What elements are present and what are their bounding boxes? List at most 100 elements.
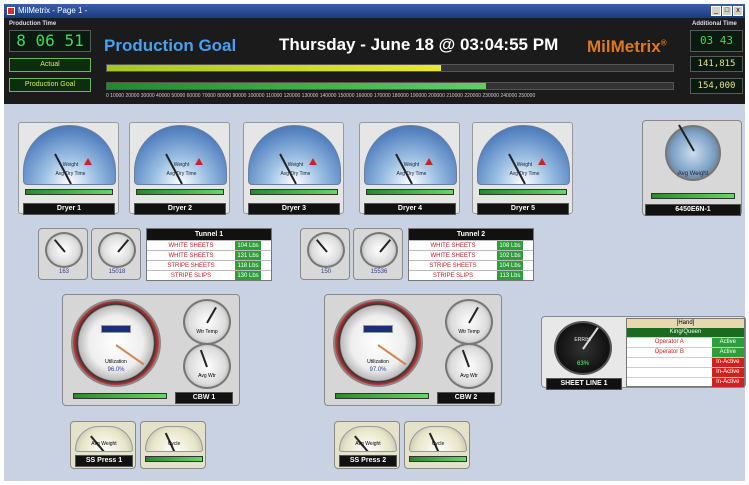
gauge-needle	[54, 153, 72, 184]
tunnel-gauge-value: 150	[320, 269, 331, 275]
small-dial-label: Wtr Temp	[458, 329, 480, 335]
actual-lbs-display: 141,815 Lbs	[690, 56, 743, 72]
cbw-panel[interactable]: Utilization 97.0% Wtr Temp Avg Wtr CBW 2	[324, 294, 502, 406]
tunnel-row-value: 104 Lbs	[497, 261, 523, 270]
avg-weight-label: Avg Weight	[677, 171, 709, 177]
dryer-name: Dryer 5	[477, 203, 569, 215]
tunnel-row-value: 131 Lbs	[235, 251, 261, 260]
maximize-button[interactable]: □	[722, 6, 732, 16]
app-icon	[7, 7, 15, 15]
dial-avg-label: Avg Dry Time	[509, 171, 540, 177]
sheet-line-head: [Hand]	[627, 319, 744, 328]
window-title: MilMetrix - Page 1 -	[18, 6, 88, 15]
tunnel-row-name: WHITE SHEETS	[430, 243, 476, 249]
tunnel-gauge[interactable]: 163	[38, 228, 88, 280]
tunnel-row-name: STRIPE SHEETS	[167, 263, 215, 269]
minimize-button[interactable]: _	[711, 6, 721, 16]
press-gauge[interactable]: Avg Weight SS Press 2	[334, 421, 400, 469]
tunnel-row-name: STRIPE SHEETS	[429, 263, 477, 269]
press-gauge[interactable]: Cycle	[404, 421, 470, 469]
utilization-dial: Utilization 96.0%	[71, 299, 161, 387]
additional-time-display: 03 43 35	[690, 30, 743, 52]
tunnel-row: STRIPE SHEETS 104 Lbs	[409, 260, 533, 270]
tunnel-gauge[interactable]: 150	[300, 228, 350, 280]
operator-name	[627, 378, 712, 387]
tunnel-row-name: WHITE SHEETS	[168, 243, 214, 249]
press-dial-label: Cycle	[167, 441, 181, 447]
utilization-value: 97.0%	[369, 367, 387, 373]
goal-lbs-display: 154,000 Lbs	[690, 78, 743, 94]
actual-progress-fill	[107, 65, 441, 71]
sheet-line-panel[interactable]: ERR/Hr 63% SHEET LINE 1 [Hand] King/Quee…	[541, 316, 746, 390]
dryer-progress-bar	[366, 189, 454, 195]
dryer-dial: Weight Avg Dry Time	[364, 125, 457, 185]
press-name: SS Press 1	[75, 455, 133, 467]
press-gauge[interactable]: Cycle	[140, 421, 206, 469]
extra-weight-gauge[interactable]: Avg Weight 6450E6N-1	[642, 120, 742, 216]
cbw-panel[interactable]: Utilization 96.0% Wtr Temp Avg Wtr CBW 1	[62, 294, 240, 406]
tunnel-row: WHITE SHEETS 131 Lbs	[147, 250, 271, 260]
gauge-needle	[279, 153, 297, 184]
small-dial-label: Avg Wtr	[198, 373, 216, 379]
goal-progress-fill	[107, 83, 487, 89]
window-title-bar: MilMetrix - Page 1 - _ □ x	[4, 4, 745, 18]
gauge-needle	[461, 349, 470, 368]
tunnel-row-value: 104 Lbs	[235, 241, 261, 250]
press-dial-label: Avg Weight	[91, 441, 117, 447]
production-time-label: Production Time	[9, 21, 57, 27]
dryer-panel[interactable]: Weight Avg Dry Time Dryer 1	[18, 122, 119, 215]
operator-status-badge: In-Active	[711, 368, 744, 377]
dryer-name: Dryer 1	[23, 203, 115, 215]
tunnel-row-value: 113 Lbs	[497, 271, 523, 280]
small-dial: Avg Wtr	[445, 343, 493, 389]
close-button[interactable]: x	[733, 6, 743, 16]
extra-gauge-bar	[651, 193, 735, 199]
dryer-panel[interactable]: Weight Avg Dry Time Dryer 4	[359, 122, 460, 215]
tunnel-title: Tunnel 1	[147, 229, 271, 240]
dial-weight-label: Weight	[62, 162, 79, 168]
tunnel-row: STRIPE SLIPS 130 Lbs	[147, 270, 271, 280]
press-dial: Cycle	[409, 426, 467, 452]
tunnel-gauge[interactable]: 15536	[353, 228, 403, 280]
tunnel-row: WHITE SHEETS 108 Lbs	[409, 240, 533, 250]
sheet-line-gauge-label: ERR/Hr	[574, 337, 592, 343]
tunnel-gauge-value: 163	[58, 269, 69, 275]
dial-avg-label: Avg Dry Time	[280, 171, 311, 177]
cbw-name: CBW 2	[437, 392, 495, 404]
gauge-needle	[206, 306, 217, 324]
dryer-panel[interactable]: Weight Avg Dry Time Dryer 5	[472, 122, 573, 215]
operator-row: In-Active	[627, 367, 744, 377]
small-dial: Wtr Temp	[445, 299, 493, 345]
cbw-name: CBW 1	[175, 392, 233, 404]
press-gauge[interactable]: Avg Weight SS Press 1	[70, 421, 136, 469]
gauge-needle	[395, 153, 413, 184]
press-progress-bar	[409, 456, 467, 462]
dryer-panel[interactable]: Weight Avg Dry Time Dryer 2	[129, 122, 230, 215]
operator-row: In-Active	[627, 357, 744, 367]
dryer-progress-bar	[136, 189, 224, 195]
dial-avg-label: Avg Dry Time	[396, 171, 427, 177]
operator-name	[627, 368, 712, 377]
tunnel-dial	[98, 232, 136, 268]
press-dial: Avg Weight	[339, 426, 397, 452]
operator-status-badge: Active	[711, 348, 744, 357]
operator-row: Operator B Active	[627, 347, 744, 357]
dial-weight-label: Weight	[173, 162, 190, 168]
tunnel-dial	[360, 232, 398, 268]
tunnel-row-name: WHITE SHEETS	[168, 253, 214, 259]
dial-weight-label: Weight	[403, 162, 420, 168]
cbw-progress-bar	[73, 393, 167, 399]
sheet-line-gauge: ERR/Hr 63%	[554, 321, 612, 375]
dryer-panel[interactable]: Weight Avg Dry Time Dryer 3	[243, 122, 344, 215]
utilization-dial: Utilization 97.0%	[333, 299, 423, 387]
operator-name: Operator A	[654, 339, 684, 345]
gauge-needle	[508, 153, 526, 184]
gauge-needle	[468, 306, 479, 324]
tunnel-table: Tunnel 2 WHITE SHEETS 108 Lbs WHITE SHEETS 1…	[408, 228, 534, 281]
additional-time-label: Additional Time	[692, 21, 737, 27]
production-header: Production Time 8 06 51 Actual Productio…	[4, 18, 745, 104]
tunnel-gauge[interactable]: 15018	[91, 228, 141, 280]
dryer-dial: Weight Avg Dry Time	[477, 125, 570, 185]
operator-name: Operator B	[654, 349, 684, 355]
dial-weight-label: Weight	[516, 162, 533, 168]
